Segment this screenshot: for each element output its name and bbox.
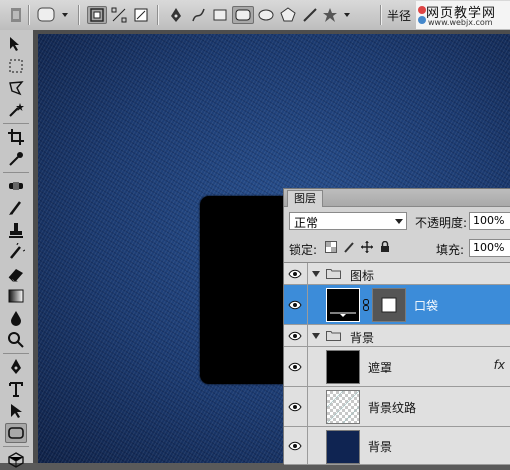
layer-name: 背景 bbox=[368, 440, 393, 454]
radius-label: 半径 bbox=[387, 9, 412, 23]
disclosure-triangle-icon[interactable] bbox=[312, 271, 320, 277]
layers-panel-header: 图层 bbox=[284, 189, 510, 207]
eye-icon[interactable] bbox=[288, 439, 302, 453]
rounded-rectangle-tool-icon[interactable] bbox=[5, 423, 27, 443]
layer-list: 图标 口袋 背景 遮罩 fx 背景纹路 背景 bbox=[284, 262, 510, 465]
vector-mask-thumbnail[interactable] bbox=[372, 288, 406, 322]
blur-tool-icon[interactable] bbox=[5, 308, 27, 328]
move-tool-icon[interactable] bbox=[5, 34, 27, 54]
layer-name: 遮罩 bbox=[368, 361, 393, 375]
eye-icon[interactable] bbox=[288, 400, 302, 414]
eraser-tool-icon[interactable] bbox=[5, 264, 27, 284]
healing-brush-icon[interactable] bbox=[5, 176, 27, 196]
lock-label: 锁定: bbox=[289, 243, 318, 257]
layer-row[interactable]: 背景纹路 bbox=[284, 382, 510, 432]
gradient-tool-icon[interactable] bbox=[5, 286, 27, 306]
paths-icon[interactable] bbox=[109, 6, 129, 24]
tools-panel bbox=[0, 30, 34, 468]
rounded-rectangle-icon[interactable] bbox=[232, 6, 254, 24]
line-icon[interactable] bbox=[300, 6, 320, 24]
layer-thumbnail bbox=[318, 382, 368, 432]
watermark-url: www.webjx.com bbox=[428, 18, 493, 27]
crop-tool-icon[interactable] bbox=[5, 127, 27, 147]
ellipse-icon[interactable] bbox=[256, 6, 276, 24]
layer-name: 背景 bbox=[350, 331, 375, 345]
fill-field[interactable]: 100% bbox=[469, 239, 510, 257]
link-chain-icon[interactable] bbox=[363, 299, 369, 314]
layer-name: 背景纹路 bbox=[368, 401, 417, 415]
layer-row-selected[interactable]: 口袋 bbox=[284, 285, 510, 325]
eyedropper-icon[interactable] bbox=[5, 149, 27, 169]
blend-mode-select[interactable]: 正常 bbox=[289, 212, 407, 230]
layer-thumbnail bbox=[326, 350, 360, 384]
clone-stamp-icon[interactable] bbox=[5, 220, 27, 240]
eye-icon[interactable] bbox=[288, 329, 302, 343]
eye-icon[interactable] bbox=[288, 360, 302, 374]
opacity-label: 不透明度: bbox=[415, 216, 468, 230]
blend-mode-value: 正常 bbox=[294, 216, 319, 230]
path-selection-icon[interactable] bbox=[5, 401, 27, 421]
opacity-field[interactable]: 100% bbox=[469, 212, 510, 230]
layer-thumbnail bbox=[326, 288, 360, 322]
lock-pixels-icon[interactable] bbox=[342, 240, 355, 253]
lasso-tool-icon[interactable] bbox=[5, 78, 27, 98]
dodge-tool-icon[interactable] bbox=[5, 330, 27, 350]
lock-all-icon[interactable] bbox=[378, 240, 391, 253]
tool-preset-picker[interactable] bbox=[34, 6, 74, 24]
pen-tool-icon[interactable] bbox=[166, 6, 186, 24]
freeform-pen-icon[interactable] bbox=[188, 6, 208, 24]
layers-tab[interactable]: 图层 bbox=[287, 190, 323, 207]
layer-row[interactable]: 遮罩 fx bbox=[284, 347, 510, 387]
brush-tool-icon[interactable] bbox=[5, 198, 27, 218]
marquee-tool-icon[interactable] bbox=[5, 56, 27, 76]
folder-icon bbox=[326, 268, 341, 279]
fill-label: 填充: bbox=[436, 243, 465, 257]
polygon-icon[interactable] bbox=[278, 6, 298, 24]
eye-icon[interactable] bbox=[288, 267, 302, 281]
pen-tool-icon[interactable] bbox=[5, 357, 27, 377]
layer-name: 口袋 bbox=[414, 299, 439, 313]
layer-effects-icon[interactable]: fx bbox=[494, 358, 505, 372]
custom-shape-icon[interactable] bbox=[322, 6, 356, 24]
lock-transparency-icon[interactable] bbox=[324, 240, 337, 253]
magic-wand-icon[interactable] bbox=[5, 100, 27, 120]
3d-rotate-icon[interactable] bbox=[5, 450, 27, 470]
layers-panel: 图层 正常 不透明度: 100% 锁定: 填充: 100% 图标 口袋 背景 遮… bbox=[283, 188, 510, 465]
rectangle-icon[interactable] bbox=[210, 6, 230, 24]
disclosure-triangle-icon[interactable] bbox=[312, 333, 320, 339]
history-brush-icon[interactable] bbox=[5, 242, 27, 262]
shape-layers-icon[interactable] bbox=[87, 6, 107, 24]
layer-thumbnail bbox=[326, 430, 360, 464]
layer-name: 图标 bbox=[350, 269, 375, 283]
layer-group-row[interactable]: 背景 bbox=[284, 325, 510, 347]
layer-row[interactable]: 背景 bbox=[284, 427, 510, 465]
lock-position-icon[interactable] bbox=[360, 240, 373, 253]
layer-group-row[interactable]: 图标 bbox=[284, 263, 510, 285]
type-tool-icon[interactable] bbox=[5, 379, 27, 399]
watermark: 网页教学网 www.webjx.com bbox=[416, 1, 510, 29]
chevron-down-icon bbox=[395, 219, 403, 224]
photoshop-logo-icon bbox=[8, 6, 24, 24]
eye-icon[interactable] bbox=[288, 298, 302, 312]
folder-icon bbox=[326, 330, 341, 341]
fill-pixels-icon[interactable] bbox=[131, 6, 151, 24]
options-bar: 半径 网页教学网 www.webjx.com bbox=[0, 0, 510, 31]
